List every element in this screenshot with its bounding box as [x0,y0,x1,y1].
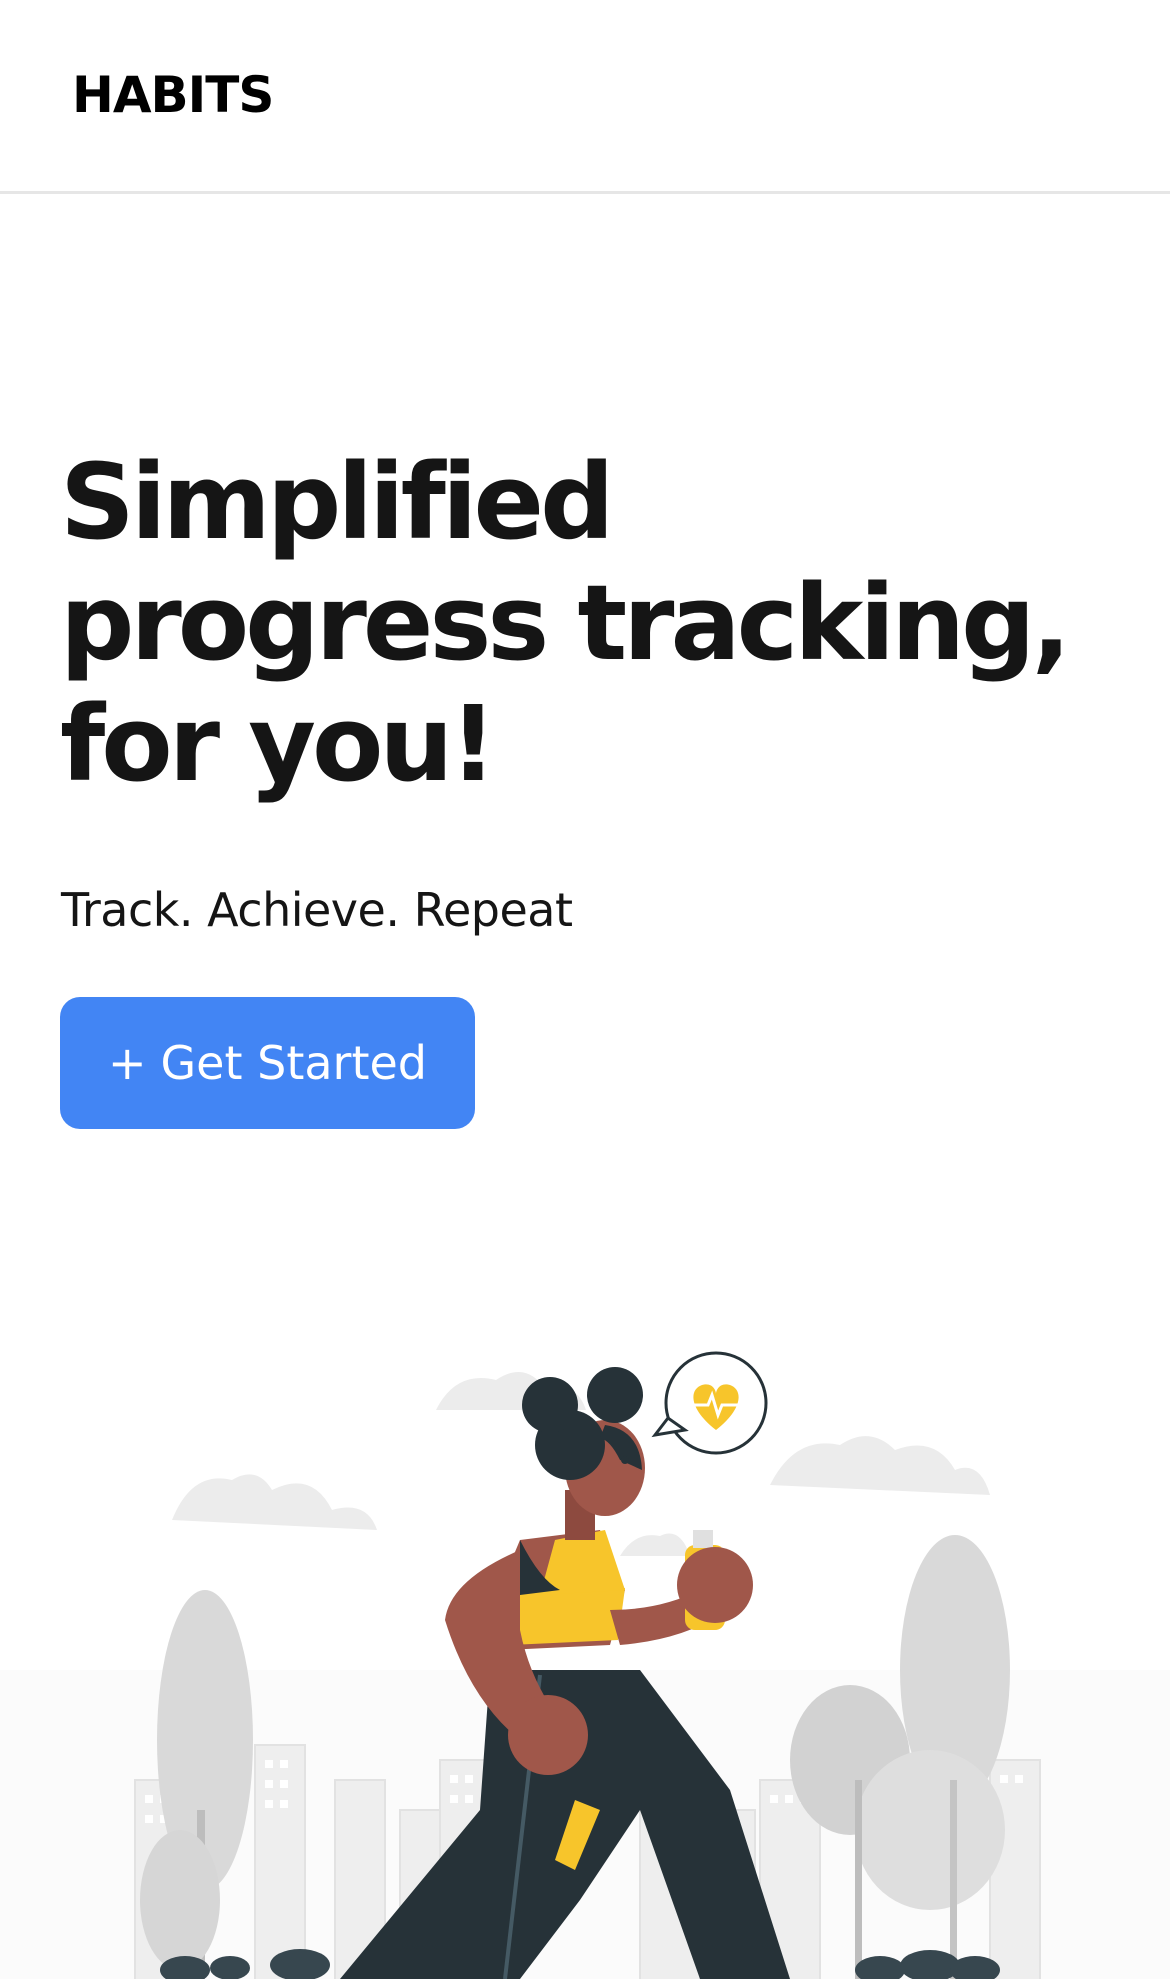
hero-title-line-1: Simplified [60,441,615,563]
get-started-label: Get Started [160,1036,428,1090]
hero-title-line-3: for you! [60,683,497,805]
hero-title: Simplified progress tracking, for you! [60,442,1140,805]
get-started-button[interactable]: + Get Started [60,997,475,1129]
runner-illustration [0,1351,1170,1979]
brand-logo[interactable]: HABITS [72,70,274,120]
hero-tagline: Track. Achieve. Repeat [61,883,573,937]
plus-icon: + [107,1036,147,1090]
hero-title-line-2: progress tracking, [60,562,1071,684]
hero-illustration [0,1340,1170,1979]
navbar: HABITS [0,0,1170,194]
